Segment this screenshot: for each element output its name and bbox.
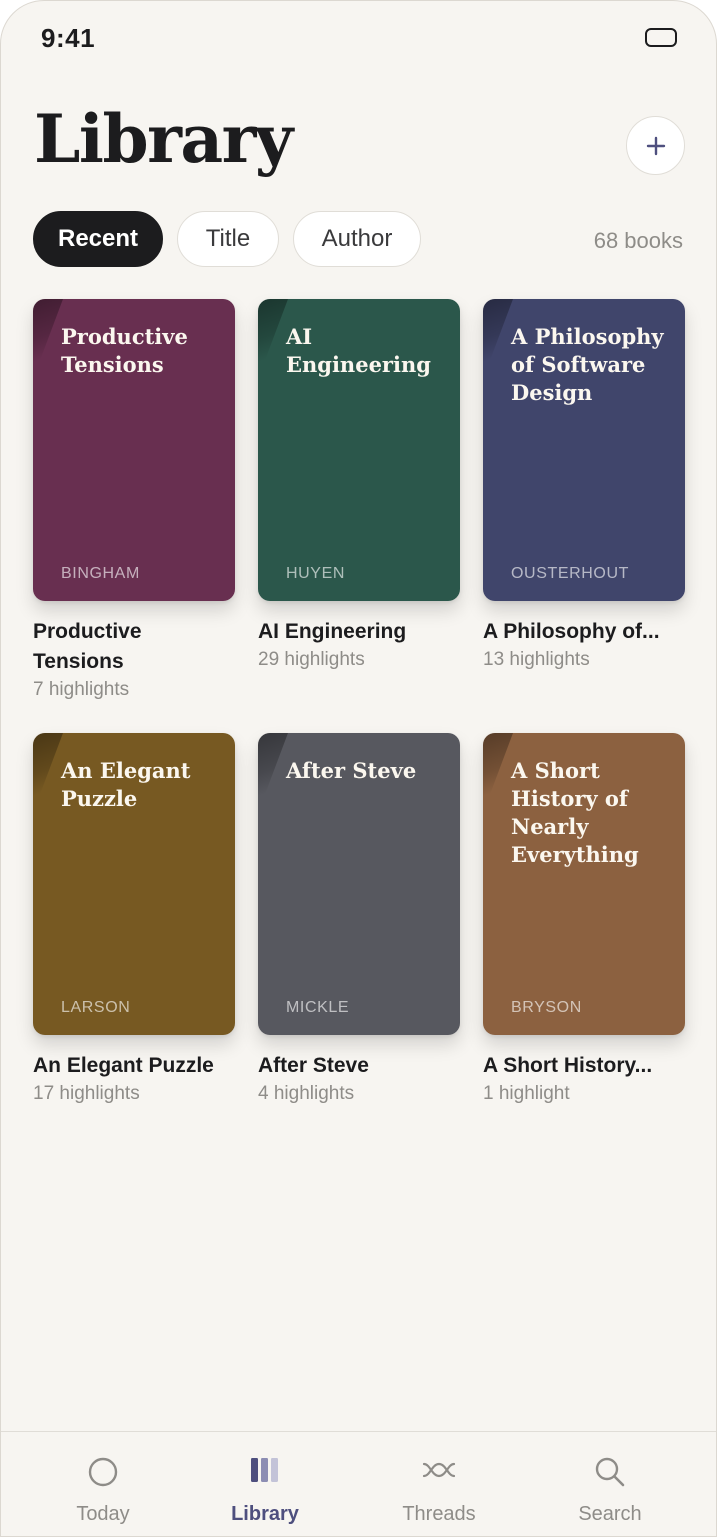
- book-highlight-count: 13 highlights: [483, 649, 590, 670]
- status-time: 9:41: [41, 23, 96, 53]
- book-card[interactable]: AI Engineering HUYEN AI Engineering 29 h…: [258, 299, 460, 671]
- book-cover: A Short History of Nearly Everything BRY…: [483, 733, 685, 1035]
- book-card[interactable]: A Philosophy of Software Design OUSTERHO…: [483, 299, 685, 671]
- book-cover: A Philosophy of Software Design OUSTERHO…: [483, 299, 685, 601]
- sort-tab-author[interactable]: Author: [293, 211, 421, 267]
- cover-title: AI Engineering: [286, 324, 431, 377]
- book-card[interactable]: A Short History of Nearly Everything BRY…: [483, 733, 685, 1105]
- cover-author: LARSON: [61, 999, 131, 1016]
- sort-tab-title[interactable]: Title: [177, 211, 279, 267]
- tab-label: Threads: [402, 1503, 476, 1525]
- tab-label: Library: [231, 1503, 299, 1525]
- cover-spine-shade: [33, 733, 63, 813]
- book-card[interactable]: After Steve MICKLE After Steve 4 highlig…: [258, 733, 460, 1105]
- tab-library[interactable]: Library: [185, 1432, 345, 1536]
- cover-author: BINGHAM: [61, 565, 140, 582]
- cover-author: HUYEN: [286, 565, 346, 582]
- tab-label: Search: [578, 1503, 642, 1525]
- phone-screen: 9:41 Library Recent Title Author 68 book…: [0, 0, 717, 1537]
- battery-icon: [645, 28, 677, 47]
- circle-icon: [88, 1457, 118, 1487]
- book-title: A Short History...: [483, 1054, 653, 1077]
- tab-label: Today: [76, 1503, 130, 1525]
- search-icon: [595, 1457, 625, 1487]
- book-count: 68 books: [593, 228, 683, 253]
- page-title: Library: [34, 100, 293, 178]
- cover-author: MICKLE: [286, 999, 350, 1016]
- book-title: Productive Tensions: [33, 620, 142, 673]
- cover-spine-shade: [258, 299, 288, 379]
- books-icon: [251, 1458, 278, 1482]
- book-highlight-count: 1 highlight: [483, 1083, 570, 1104]
- cover-spine-shade: [483, 299, 513, 379]
- book-card[interactable]: Productive Tensions BINGHAM Productive T…: [33, 299, 235, 701]
- book-cover: Productive Tensions BINGHAM: [33, 299, 235, 601]
- tab-bar: Today Library Threads Search: [1, 1431, 716, 1536]
- threads-icon: [422, 1462, 456, 1478]
- book-highlight-count: 17 highlights: [33, 1083, 140, 1104]
- cover-title: A Philosophy of Software Design: [511, 324, 664, 405]
- book-highlight-count: 7 highlights: [33, 679, 130, 700]
- cover-spine-shade: [33, 299, 63, 379]
- cover-title: After Steve: [286, 758, 417, 783]
- book-title: AI Engineering: [258, 620, 407, 643]
- sort-tab-recent[interactable]: Recent: [33, 211, 163, 267]
- add-book-button[interactable]: [626, 116, 685, 175]
- cover-title: An Elegant Puzzle: [61, 758, 191, 811]
- book-highlight-count: 4 highlights: [258, 1083, 355, 1104]
- cover-author: BRYSON: [511, 999, 582, 1016]
- cover-title: Productive Tensions: [61, 324, 188, 377]
- cover-author: OUSTERHOUT: [511, 565, 629, 582]
- book-title: An Elegant Puzzle: [33, 1054, 214, 1077]
- cover-title: A Short History of Nearly Everything: [511, 758, 639, 867]
- book-cover: After Steve MICKLE: [258, 733, 460, 1035]
- book-card[interactable]: An Elegant Puzzle LARSON An Elegant Puzz…: [33, 733, 235, 1105]
- book-cover: AI Engineering HUYEN: [258, 299, 460, 601]
- cover-spine-shade: [258, 733, 288, 813]
- tab-threads[interactable]: Threads: [359, 1432, 519, 1536]
- cover-spine-shade: [483, 733, 513, 813]
- tab-search[interactable]: Search: [530, 1432, 690, 1536]
- book-highlight-count: 29 highlights: [258, 649, 365, 670]
- plus-icon: [646, 136, 665, 155]
- book-title: After Steve: [258, 1054, 369, 1077]
- book-title: A Philosophy of...: [483, 620, 660, 643]
- tab-today[interactable]: Today: [23, 1432, 183, 1536]
- book-cover: An Elegant Puzzle LARSON: [33, 733, 235, 1035]
